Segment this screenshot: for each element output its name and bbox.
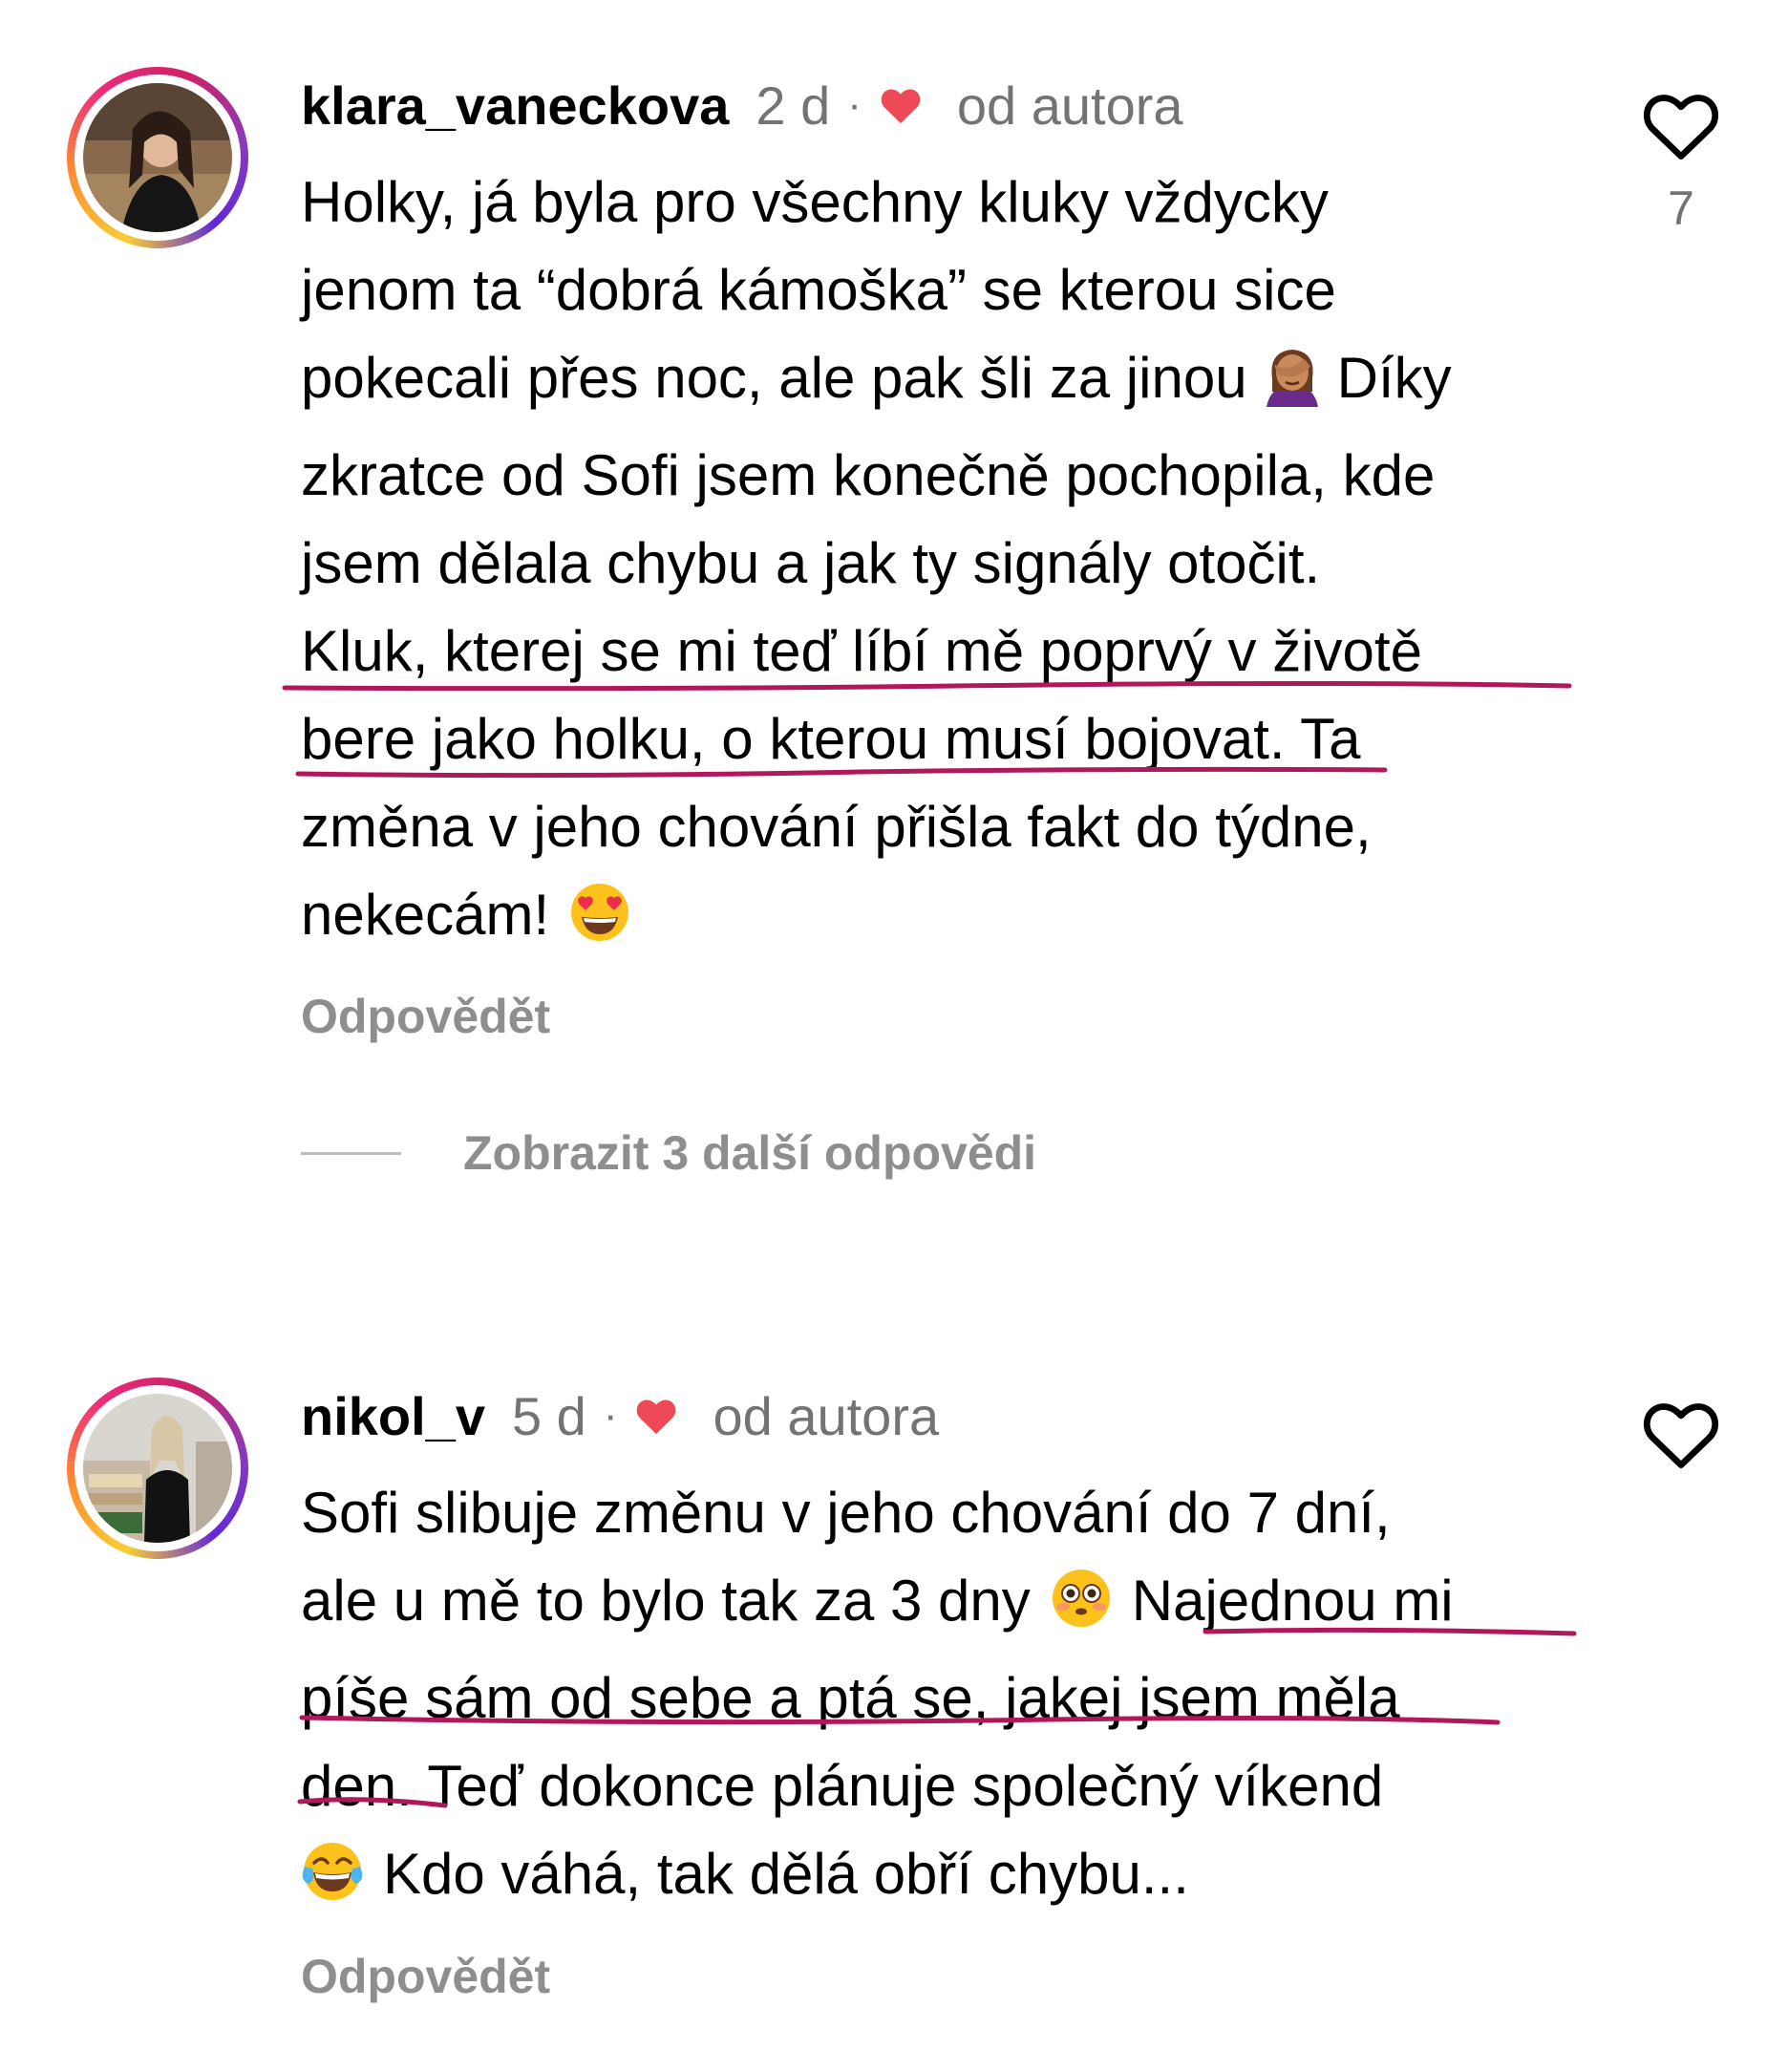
view-more-replies-button[interactable]: Zobrazit 3 další odpovědi: [301, 1125, 1036, 1181]
comment-text-line: jenom ta “dobrá kámoška” se kterou sice: [301, 258, 1336, 322]
flushed-face-emoji: [1050, 1567, 1113, 1655]
view-more-replies-label: Zobrazit 3 další odpovědi: [463, 1126, 1037, 1180]
comment-text-line: Kluk, kterej se mi teď líbí mě poprvý v …: [301, 619, 1422, 683]
like-column: [1633, 1397, 1729, 1476]
comment-text-segment: Díky: [1336, 346, 1452, 410]
comment-text-segment: pokecali přes noc, ale pak šli za jinou: [301, 346, 1247, 410]
face-palm-emoji: [1261, 344, 1324, 432]
comment-text-line: zkratce od Sofi jsem konečně pochopila, …: [301, 443, 1436, 507]
comment-text-segment: nekecám!: [301, 883, 550, 947]
liked-by-author-label: od autora: [713, 1385, 940, 1446]
avatar: [83, 83, 232, 232]
comment-text-line: ale u mě to bylo tak za 3 dny Najednou m…: [301, 1557, 1600, 1655]
comment-header: klara_vaneckova 2 d · od autora: [301, 67, 1183, 143]
comment-text-line: píše sám od sebe a ptá se, jakej jsem mě…: [301, 1666, 1400, 1730]
avatar-story-ring[interactable]: [67, 1378, 248, 1559]
comment-text-segment: Kdo váhá, tak dělá obří chybu...: [383, 1842, 1189, 1906]
comment-time: 5 d: [511, 1385, 586, 1446]
comment-text: Holky, já byla pro všechny kluky vždycky…: [301, 159, 1600, 969]
comment-text-line: jsem dělala chybu a jak ty signály otoči…: [301, 531, 1321, 595]
comment-time: 2 d: [756, 75, 831, 136]
comment-text-line: den. Teď dokonce plánuje společný víkend: [301, 1754, 1384, 1818]
avatar-story-ring[interactable]: [67, 67, 248, 248]
comment-text-line: Holky, já byla pro všechny kluky vždycky: [301, 170, 1329, 234]
comment-text-segment: ale u mě to bylo tak za 3 dny: [301, 1569, 1031, 1633]
separator-dot: ·: [603, 1392, 618, 1439]
like-count: 7: [1668, 182, 1694, 235]
liked-by-author-label: od autora: [956, 75, 1183, 136]
comment-text-line: Kdo váhá, tak dělá obří chybu...: [301, 1830, 1600, 1928]
separator-dot: ·: [847, 81, 862, 128]
like-column: 7: [1633, 88, 1729, 236]
comment-username[interactable]: nikol_v: [301, 1385, 485, 1447]
comment-text-line: nekecám!: [301, 871, 1600, 969]
thread-line-divider: [301, 1151, 401, 1155]
reply-button[interactable]: Odpovědět: [301, 1949, 550, 2004]
comment-username[interactable]: klara_vaneckova: [301, 75, 729, 137]
heart-eyes-emoji: [568, 881, 631, 969]
tears-of-joy-emoji: [301, 1840, 364, 1928]
reply-button[interactable]: Odpovědět: [301, 989, 550, 1044]
comment-text-line: Sofi slibuje změnu v jeho chování do 7 d…: [301, 1481, 1391, 1545]
comment-text-line: bere jako holku, o kterou musí bojovat. …: [301, 707, 1361, 771]
author-liked-heart-icon: [879, 85, 923, 125]
like-heart-icon[interactable]: [1640, 95, 1722, 166]
comment-text-segment: Najednou mi: [1131, 1569, 1454, 1633]
avatar: [83, 1394, 232, 1543]
comment-text: Sofi slibuje změnu v jeho chování do 7 d…: [301, 1469, 1600, 1928]
like-heart-icon[interactable]: [1640, 1403, 1722, 1475]
comment-text-line: změna v jeho chování přišla fakt do týdn…: [301, 795, 1372, 859]
comment-text-line: pokecali přes noc, ale pak šli za jinou …: [301, 334, 1600, 432]
comment-header: nikol_v 5 d · od autora: [301, 1378, 939, 1454]
author-liked-heart-icon: [634, 1396, 678, 1436]
